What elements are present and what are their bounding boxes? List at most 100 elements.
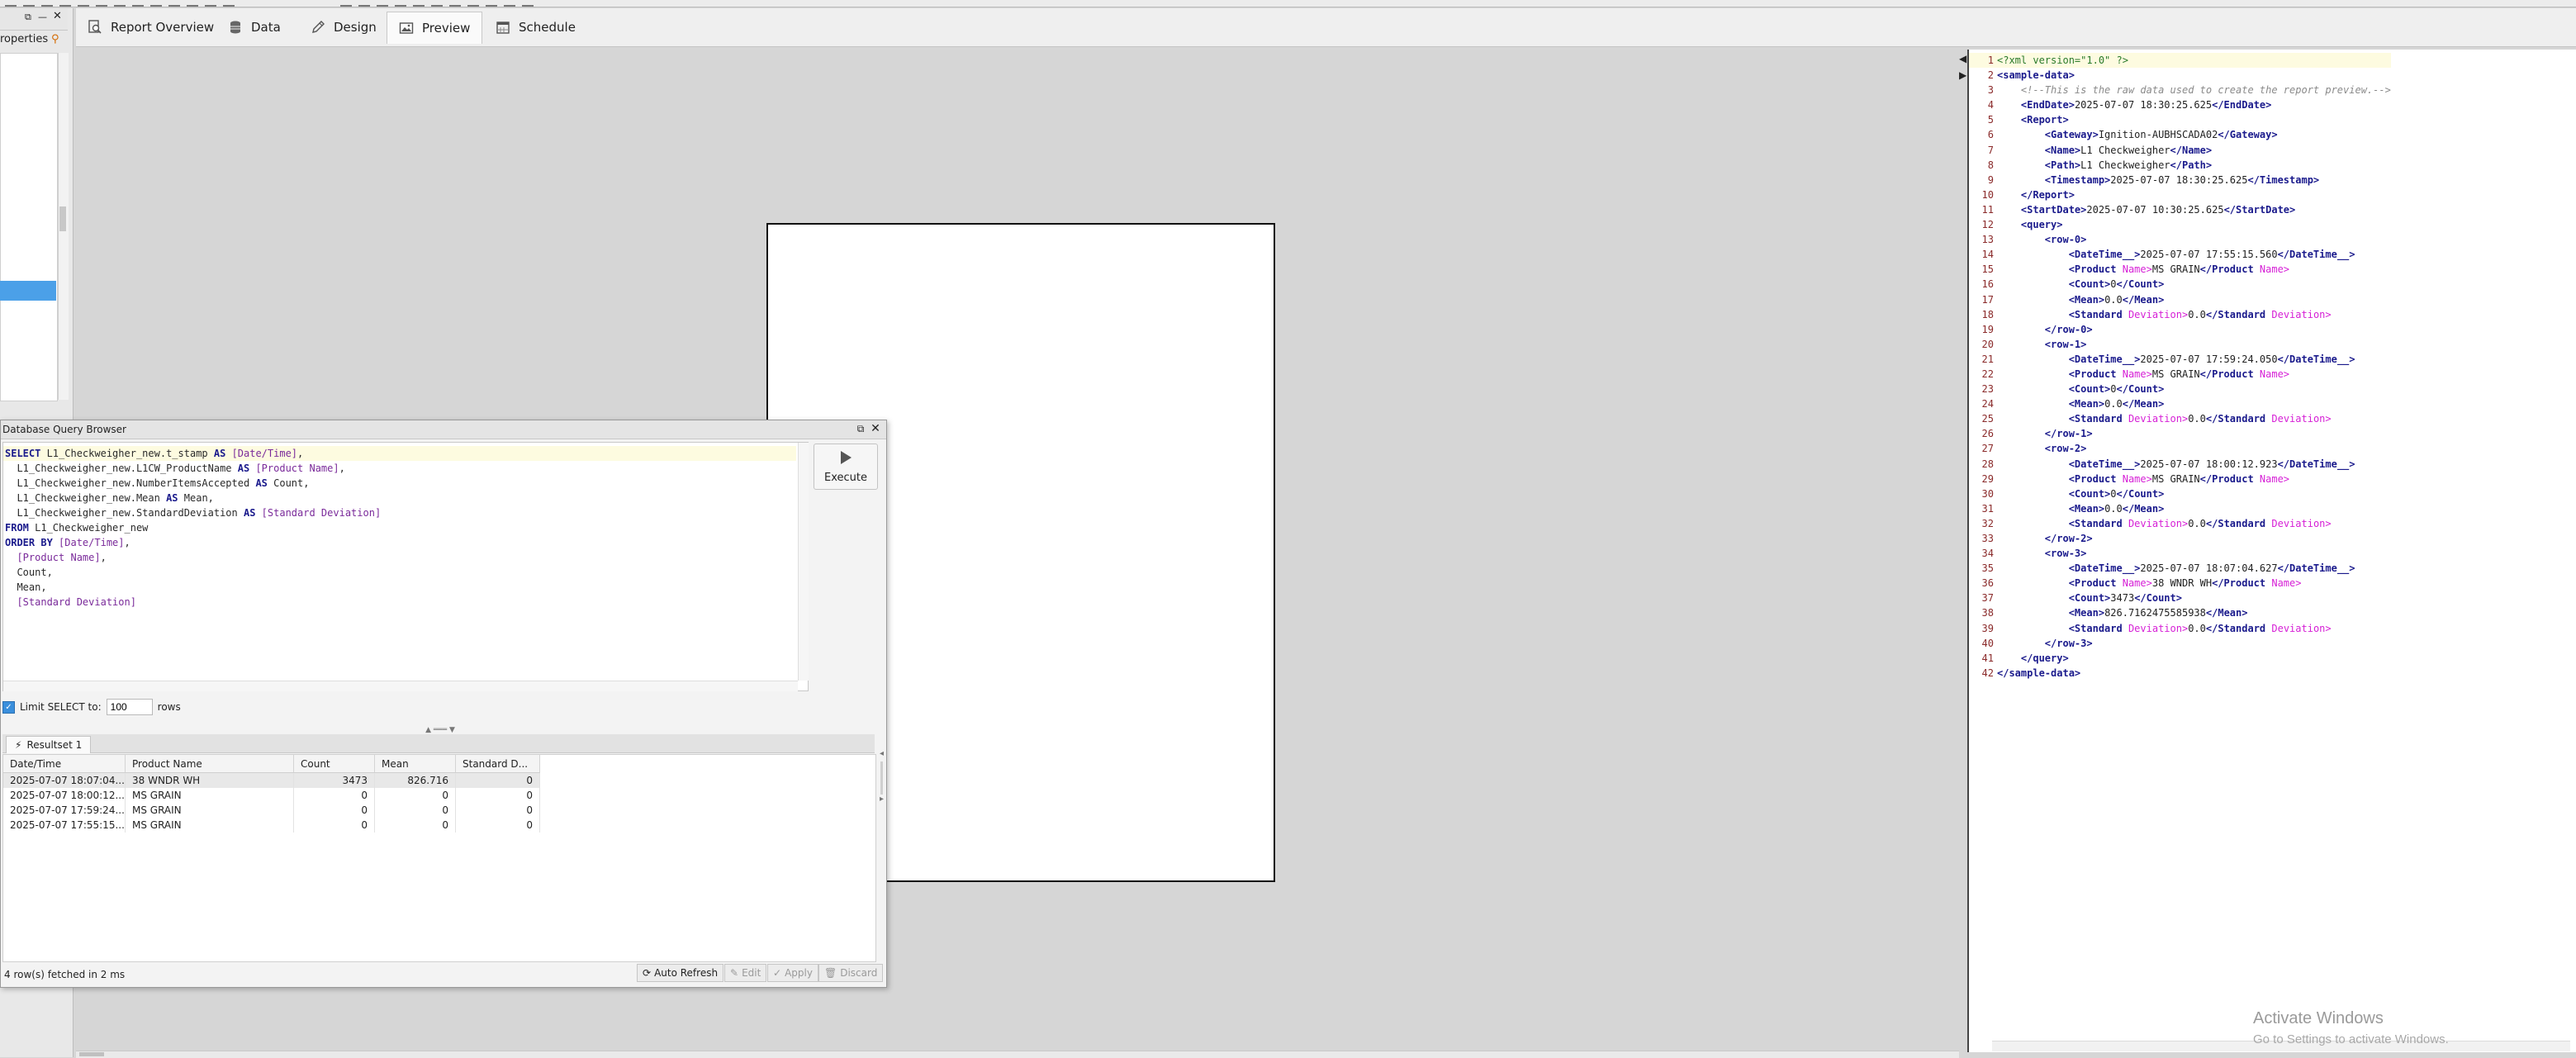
toolbar-button[interactable]	[5, 0, 17, 7]
tab-schedule[interactable]: Schedule	[484, 12, 587, 43]
tab-data[interactable]: Data	[216, 12, 292, 43]
xml-line: 24 <Mean>0.0</Mean>	[1969, 396, 2391, 411]
toolbar-button[interactable]	[187, 0, 198, 7]
toolbar-button[interactable]	[395, 0, 406, 7]
properties-pin-icon[interactable]: ⚲	[51, 33, 59, 45]
sql-token: FROM	[5, 522, 36, 534]
table-side-handle[interactable]: ◂ ▸	[880, 749, 885, 815]
toolbar-button[interactable]	[358, 0, 370, 7]
column-header[interactable]: Mean	[375, 755, 456, 773]
xml-token: </row-2>	[2044, 533, 2093, 544]
edit-button[interactable]: ✎ Edit	[724, 964, 767, 982]
canvas-scroll-thumb[interactable]	[79, 1052, 104, 1056]
tab-design[interactable]: Design	[299, 12, 388, 43]
tab-preview[interactable]: Preview	[387, 12, 483, 44]
toolbar-button[interactable]	[132, 0, 144, 7]
sql-query-editor[interactable]: SELECT L1_Checkweigher_new.t_stamp AS [D…	[2, 442, 809, 691]
toolbar-button[interactable]	[223, 0, 235, 7]
sql-vertical-scrollbar[interactable]	[798, 443, 809, 681]
toolbar-button[interactable]	[96, 0, 107, 7]
toolbar-button[interactable]	[205, 0, 216, 7]
xml-token: Deviation>	[2271, 413, 2332, 425]
column-header[interactable]: Count	[294, 755, 375, 773]
minimize-icon[interactable]: —	[38, 12, 47, 22]
xml-token: </Count>	[2116, 278, 2165, 291]
auto-refresh-button[interactable]: ⟳ Auto Refresh	[637, 964, 724, 982]
tab-report-overview[interactable]: Report Overview	[76, 12, 225, 43]
limit-select-checkbox[interactable]: ✓	[2, 700, 15, 714]
column-header[interactable]: Product Name	[126, 755, 294, 773]
xml-token: 0.0	[2188, 622, 2206, 634]
limit-rows-unit: rows	[157, 701, 181, 713]
line-number: 23	[1981, 383, 1994, 396]
toolbar-button[interactable]	[150, 0, 162, 7]
toolbar-button[interactable]	[377, 0, 388, 7]
close-icon[interactable]: ✕	[870, 423, 881, 434]
properties-selected-row[interactable]	[0, 281, 56, 301]
sql-line: FROM L1_Checkweigher_new	[3, 520, 796, 535]
table-cell: 0	[456, 773, 540, 788]
toolbar-button[interactable]	[413, 0, 425, 7]
xml-token: Name>	[2122, 472, 2152, 485]
dialog-title: Database Query Browser	[2, 424, 126, 435]
line-number: 7	[1987, 144, 1994, 156]
tab-label: Data	[251, 20, 281, 35]
xml-token: <Product	[2068, 577, 2123, 590]
xml-line: 33 </row-2>	[1969, 531, 2391, 546]
toolbar-button[interactable]	[23, 0, 35, 7]
toolbar-button[interactable]	[59, 0, 71, 7]
toolbar-button[interactable]	[114, 0, 126, 7]
xml-line: 25 <Standard Deviation>0.0</Standard Dev…	[1969, 411, 2391, 426]
xml-line: 5 <Report>	[1969, 112, 2391, 127]
collapse-right-icon[interactable]: ▶	[1959, 69, 1966, 81]
toolbar-button[interactable]	[467, 0, 479, 7]
xml-token: <Report>	[2020, 114, 2069, 126]
xml-token: 2025-07-07 18:30:25.625	[2074, 99, 2213, 111]
toolbar-button[interactable]	[168, 0, 180, 7]
xml-token: </Standard	[2205, 622, 2272, 634]
column-header[interactable]: Date/Time	[3, 755, 126, 773]
xml-token: </Path>	[2170, 159, 2213, 171]
limit-rows-input[interactable]	[106, 699, 153, 715]
tab-resultset-1[interactable]: ⚡ Resultset 1	[6, 736, 92, 753]
xml-token: </StartDate>	[2223, 203, 2296, 216]
toolbar-button[interactable]	[431, 0, 443, 7]
close-icon[interactable]: ✕	[53, 10, 62, 22]
sql-horizontal-scrollbar[interactable]	[3, 681, 798, 691]
discard-button[interactable]: 🗑 Discard	[818, 964, 884, 982]
toolbar-button[interactable]	[522, 0, 534, 7]
xml-token	[1997, 473, 2069, 485]
sql-token: Count,	[273, 477, 310, 489]
restore-icon[interactable]: ⧉	[855, 423, 866, 434]
column-header[interactable]: Standard D...	[456, 755, 540, 773]
sql-token: Count,	[5, 567, 53, 578]
xml-line: 29 <Product Name>MS GRAIN</Product Name>	[1969, 472, 2391, 486]
magnifier-report-icon	[88, 20, 102, 35]
collapse-left-icon[interactable]: ◀	[1959, 53, 1966, 64]
xml-line: 14 <DateTime__>2025-07-07 17:55:15.560</…	[1969, 247, 2391, 262]
toolbar-button[interactable]	[486, 0, 497, 7]
xml-token: Deviation>	[2128, 622, 2189, 634]
xml-token: </row-1>	[2044, 428, 2093, 440]
splitter-handle[interactable]: ▲ ═══ ▼	[407, 726, 473, 734]
toolbar-button[interactable]	[78, 0, 89, 7]
line-number: 42	[1981, 667, 1994, 679]
sql-line: [Product Name],	[3, 550, 796, 565]
toolbar-button[interactable]	[504, 0, 515, 7]
float-icon[interactable]: ⧉	[25, 12, 31, 23]
xml-token: <Standard	[2068, 517, 2128, 529]
apply-button[interactable]: ✓ Apply	[767, 964, 818, 982]
execute-button[interactable]: Execute	[814, 444, 878, 490]
xml-token: 0	[2110, 383, 2117, 396]
properties-scroll-thumb[interactable]	[59, 206, 66, 231]
sql-line: SELECT L1_Checkweigher_new.t_stamp AS [D…	[3, 446, 796, 461]
toolbar-button[interactable]	[340, 0, 352, 7]
toolbar-button[interactable]	[449, 0, 461, 7]
xml-token	[1997, 309, 2069, 320]
xml-line: 36 <Product Name>38 WNDR WH</Product Nam…	[1969, 576, 2391, 591]
toolbar-button[interactable]	[41, 0, 53, 7]
xml-token: </query>	[2020, 652, 2069, 664]
dialog-titlebar[interactable]: Database Query Browser ⧉ ✕	[1, 420, 886, 439]
sql-query-text[interactable]: SELECT L1_Checkweigher_new.t_stamp AS [D…	[3, 446, 796, 610]
xml-token	[1997, 548, 2045, 559]
